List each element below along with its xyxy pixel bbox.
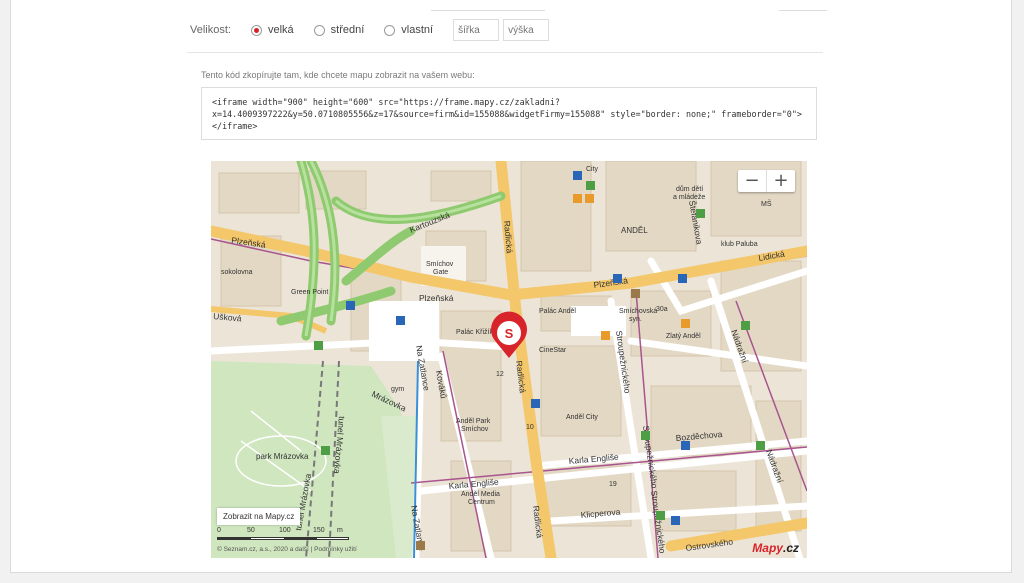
pharmacy-icon <box>656 511 665 520</box>
pharmacy-icon <box>641 431 650 440</box>
height-input[interactable] <box>503 19 550 41</box>
scale-tick-label: 100 <box>279 527 291 534</box>
size-radio-large[interactable]: velká <box>250 24 294 36</box>
place-label: a mládeže <box>673 194 705 201</box>
brand-dark-text: .cz <box>782 541 799 555</box>
radio-checked-icon[interactable] <box>250 24 262 36</box>
place-label: MŠ <box>761 199 772 208</box>
place-label: Anděl Park <box>456 418 491 425</box>
size-option-label: vlastní <box>401 24 434 36</box>
pharmacy-icon <box>696 209 705 218</box>
embed-hint: Tento kód zkopírujte tam, kde chcete map… <box>201 70 475 80</box>
place-label: 10 <box>526 424 534 431</box>
scale-tick-label: 50 <box>247 527 255 534</box>
place-label: ANDĚL <box>621 226 648 235</box>
zoom-control: − + <box>738 170 795 192</box>
parking-icon <box>396 316 405 325</box>
place-label: Smíchovská <box>619 308 657 315</box>
size-radio-medium[interactable]: střední <box>313 24 365 36</box>
pharmacy-icon <box>314 341 323 350</box>
place-label: 19 <box>609 481 617 488</box>
map-canvas[interactable]: Plzeňská Kartouzská Plzeňská Radlická Ra… <box>211 161 807 558</box>
place-label: dům dětí <box>676 185 703 193</box>
place-label: Anděl City <box>566 414 598 421</box>
place-label: 30a <box>656 306 668 313</box>
size-radio-custom[interactable]: vlastní <box>384 24 433 36</box>
map-preview[interactable]: Plzeňská Kartouzská Plzeňská Radlická Ra… <box>211 161 807 558</box>
radio-unchecked-icon[interactable] <box>384 24 396 36</box>
place-label: sokolovna <box>221 269 253 276</box>
place-label: Anděl Media <box>461 491 500 498</box>
shop-icon <box>681 319 690 328</box>
zoom-in-button[interactable]: + <box>767 170 795 192</box>
divider <box>187 52 823 53</box>
embed-code-box[interactable]: <iframe width="900" height="600" src="ht… <box>201 87 817 140</box>
place-label: gym <box>391 386 404 393</box>
map-copyright[interactable]: © Seznam.cz, a.s., 2020 a další | Podmín… <box>217 546 357 553</box>
shop-icon <box>601 331 610 340</box>
place-label: Gate <box>433 269 448 276</box>
place-label: park Mrázovka <box>256 452 309 461</box>
mapy-logo: Mapy.cz <box>752 541 799 555</box>
scale-tick-label: 150 <box>313 527 325 534</box>
top-button-stub <box>779 0 827 11</box>
svg-text:S: S <box>505 326 514 341</box>
shop-icon <box>585 194 594 203</box>
brand-red-text: Mapy <box>752 541 783 555</box>
scale-tick-label: 0 <box>217 527 221 534</box>
show-on-mapy-link[interactable]: Zobrazit na Mapy.cz <box>217 508 301 525</box>
parking-icon <box>346 301 355 310</box>
place-label: Centrum <box>468 499 495 506</box>
place-label: Palác Křižík <box>456 329 493 336</box>
pharmacy-icon <box>741 321 750 330</box>
place-label: klub Paluba <box>721 241 758 248</box>
scale-bar: 0 50 100 150 m <box>217 527 349 543</box>
place-label: Zlatý Anděl <box>666 333 701 340</box>
top-input-stub <box>431 0 545 11</box>
metro-icon <box>681 441 690 450</box>
museum-icon <box>416 541 425 550</box>
metro-icon <box>613 274 622 283</box>
size-label: Velikost: <box>190 24 231 36</box>
place-label: Smíchov <box>426 261 454 268</box>
place-label: City <box>586 166 599 173</box>
size-selector: Velikost: velká střední vlastní <box>190 17 553 43</box>
size-option-label: velká <box>267 24 294 36</box>
pharmacy-icon <box>756 441 765 450</box>
width-input[interactable] <box>453 19 500 41</box>
place-label: syn. <box>629 316 642 323</box>
bus-stop-icon <box>573 171 582 180</box>
street-label: Plzeňská <box>419 293 454 303</box>
metro-icon <box>678 274 687 283</box>
museum-icon <box>631 289 640 298</box>
place-label: CineStar <box>539 347 567 354</box>
radio-unchecked-icon[interactable] <box>313 24 325 36</box>
place-label: Palác Anděl <box>539 308 576 315</box>
parking-icon <box>531 399 540 408</box>
zoom-out-button[interactable]: − <box>738 170 767 192</box>
place-label: Smíchov <box>461 426 489 433</box>
place-label: 12 <box>496 371 504 378</box>
tree-icon <box>321 446 330 455</box>
scale-unit: m <box>337 527 343 534</box>
pharmacy-icon <box>586 181 595 190</box>
size-option-label: střední <box>330 24 365 36</box>
shop-icon <box>573 194 582 203</box>
bus-stop-icon <box>671 516 680 525</box>
scale-line <box>217 537 349 540</box>
place-label: Green Point <box>291 289 328 296</box>
